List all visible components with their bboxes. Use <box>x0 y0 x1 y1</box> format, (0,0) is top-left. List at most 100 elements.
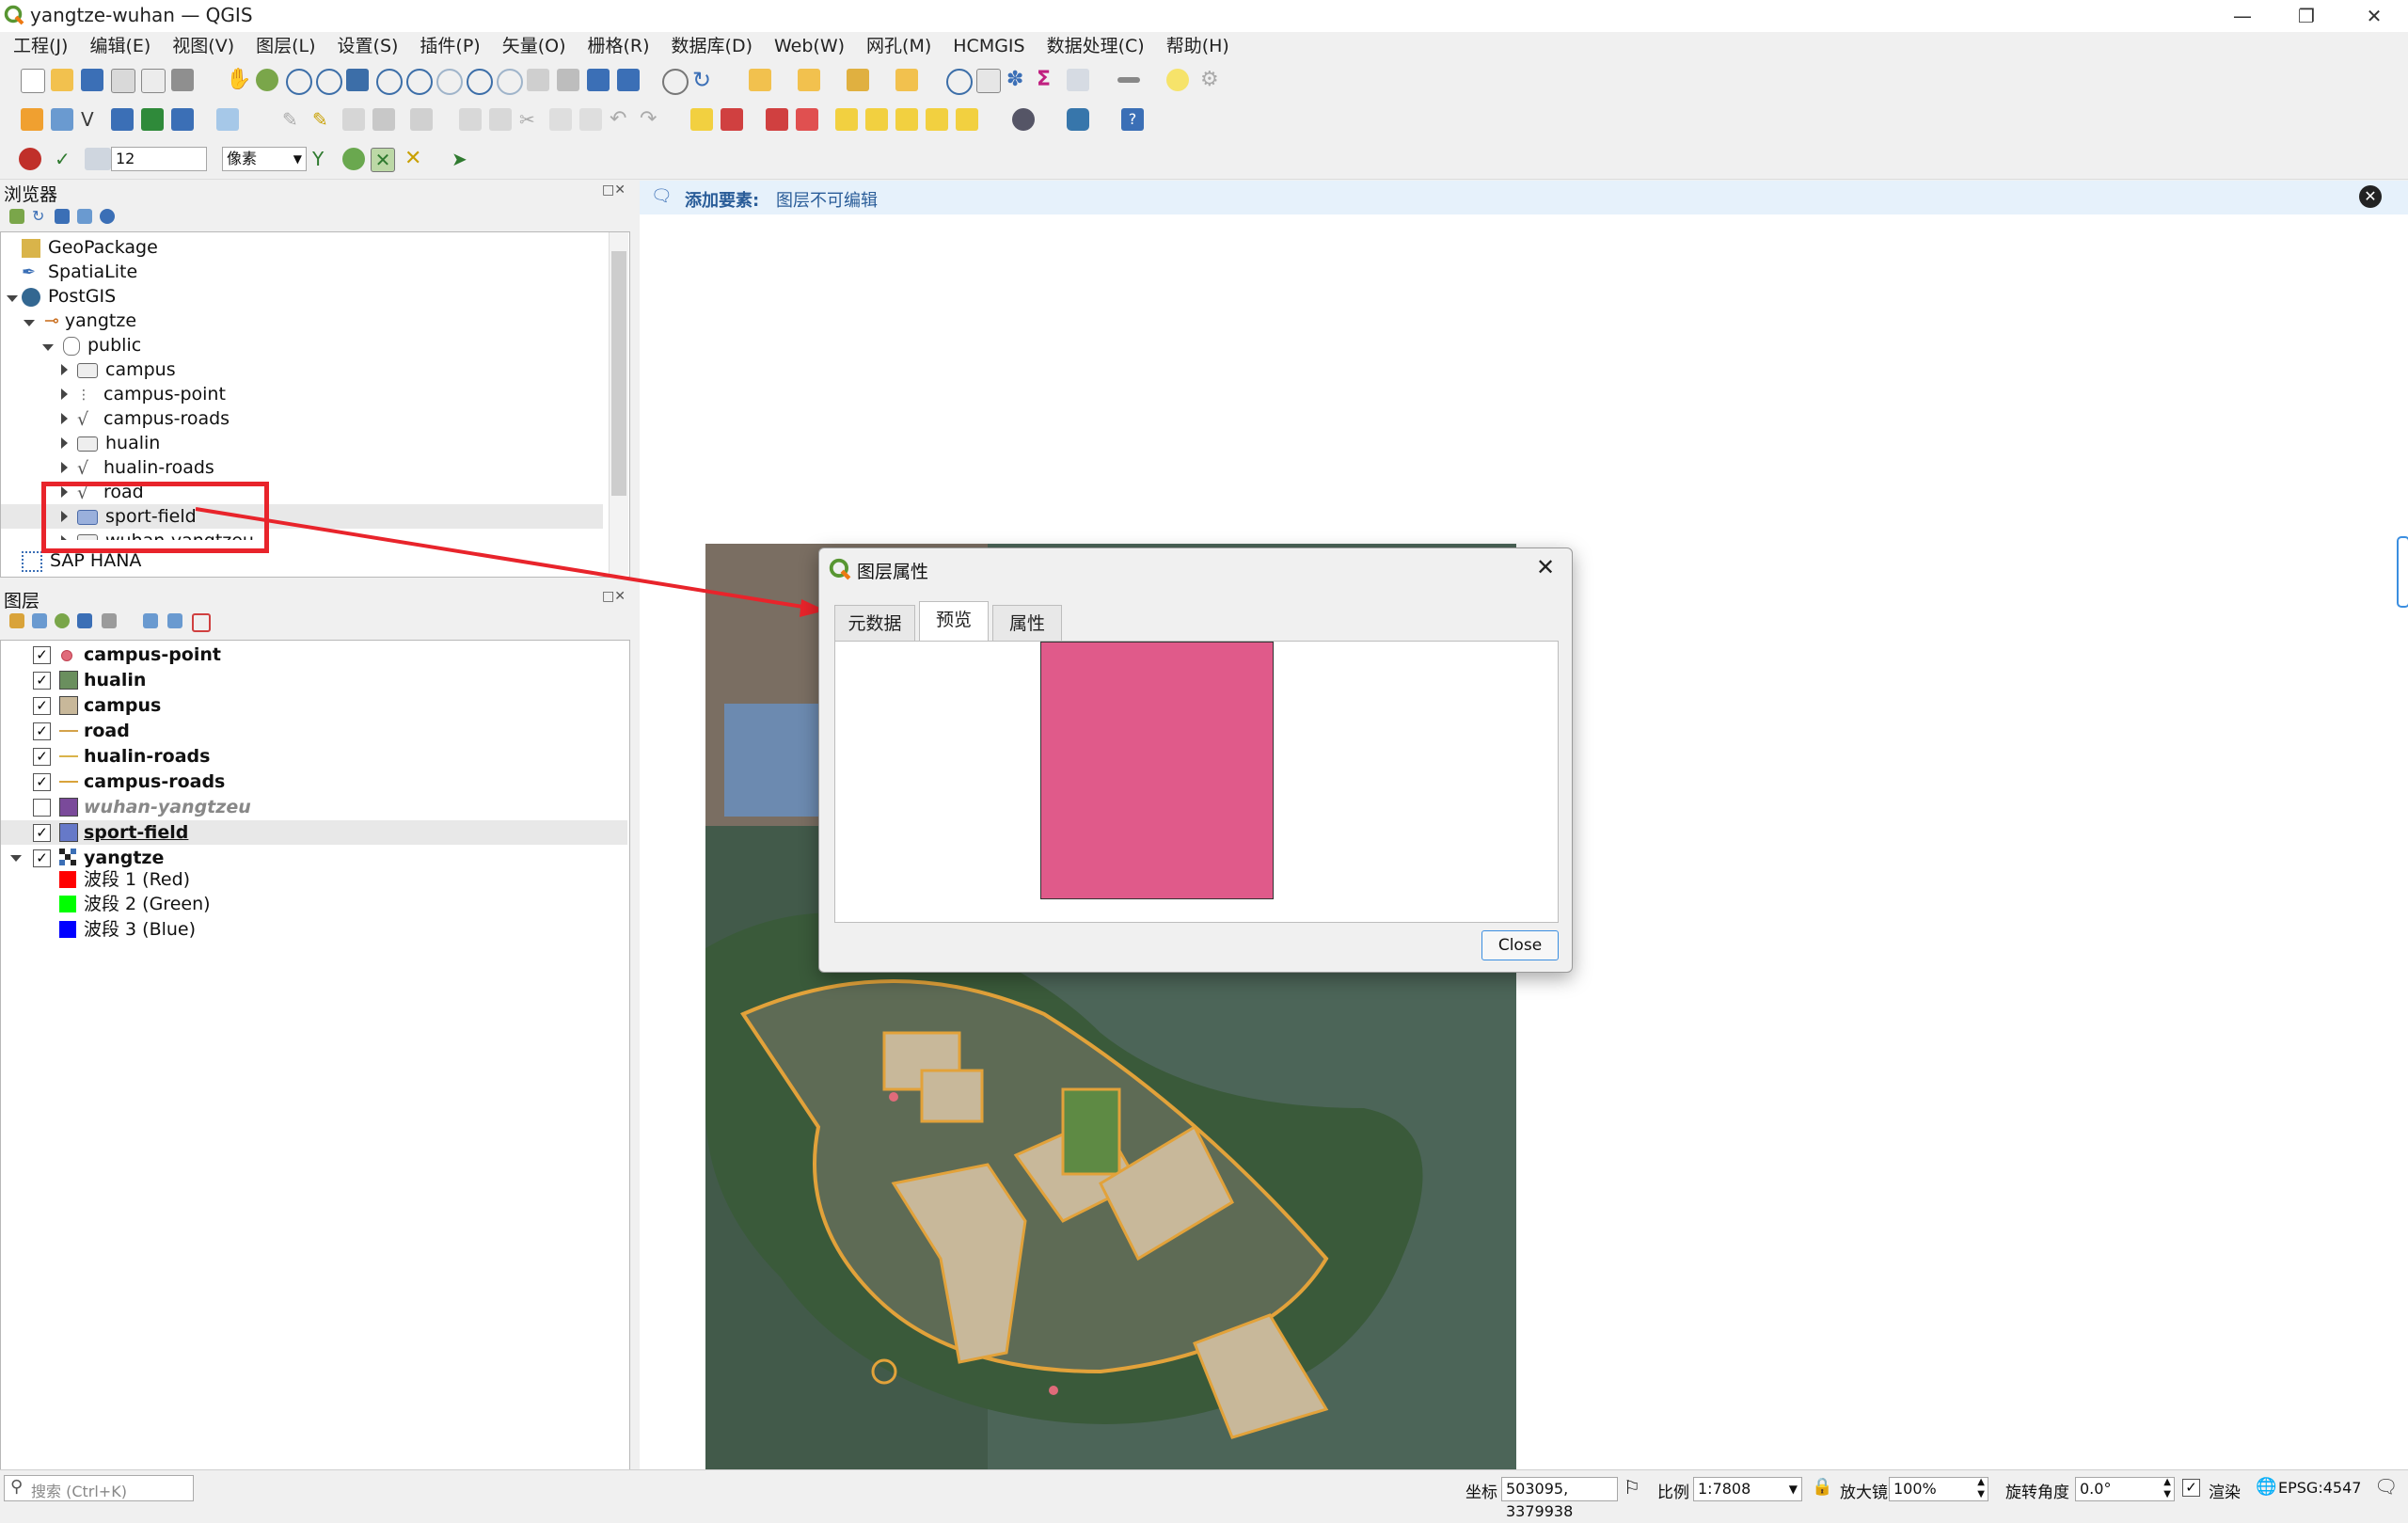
menu-hcmgis[interactable]: HCMGIS <box>940 32 1033 60</box>
layer-row-campus-roads[interactable]: ✓ campus-roads <box>1 769 627 794</box>
save-project-icon[interactable] <box>81 69 103 91</box>
layer-row-hualin-roads[interactable]: ✓ hualin-roads <box>1 744 627 769</box>
tab-attributes[interactable]: 属性 <box>992 605 1062 642</box>
zoom-layer-icon[interactable] <box>406 69 433 95</box>
add-group-icon[interactable] <box>32 613 47 628</box>
georeferencer-icon[interactable] <box>1012 108 1035 131</box>
menu-plugins[interactable]: 插件(P) <box>406 32 488 60</box>
menu-project[interactable]: 工程(J) <box>0 32 76 60</box>
chevron-down-icon[interactable] <box>24 320 35 326</box>
cut-features-icon[interactable]: ✂ <box>519 108 542 131</box>
scrollbar-thumb[interactable] <box>611 251 626 496</box>
layer-checkbox[interactable]: ✓ <box>33 697 51 715</box>
label-show-hide-icon[interactable] <box>835 108 858 131</box>
layer-styling-icon[interactable] <box>9 613 24 628</box>
measure-icon[interactable] <box>1117 77 1140 83</box>
render-checkbox[interactable]: ✓ <box>2182 1479 2200 1497</box>
menu-edit[interactable]: 编辑(E) <box>76 32 159 60</box>
crs-label[interactable]: EPSG:4547 <box>2278 1479 2361 1497</box>
menu-mesh[interactable]: 网孔(M) <box>853 32 940 60</box>
digitize-icon[interactable]: ✎ <box>282 108 305 131</box>
label-pin-icon[interactable] <box>766 108 788 131</box>
browser-item-campus-roads[interactable]: √ campus-roads <box>61 406 230 431</box>
zoom-selection-icon[interactable] <box>376 69 403 95</box>
zoom-last-icon[interactable] <box>467 69 493 95</box>
browser-item-campus-point[interactable]: ⋮ campus-point <box>61 382 226 406</box>
layer-checkbox[interactable] <box>33 799 51 817</box>
lock-icon[interactable]: 🔒 <box>1812 1477 1832 1497</box>
snapping-tolerance-input[interactable]: 12 <box>111 147 207 171</box>
layer-row-campus-point[interactable]: ✓ campus-point <box>1 643 627 667</box>
layer-checkbox[interactable]: ✓ <box>33 722 51 740</box>
new-map-view-icon[interactable] <box>527 69 549 91</box>
filter-legend-icon[interactable] <box>77 613 92 628</box>
new-project-icon[interactable] <box>21 69 45 93</box>
scale-field[interactable]: 1:7808 ▼ <box>1693 1477 1802 1501</box>
field-calculator-icon[interactable]: ✽ <box>1006 69 1029 91</box>
expand-all-icon[interactable] <box>143 613 158 628</box>
collapse-all-icon[interactable] <box>167 613 182 628</box>
open-project-icon[interactable] <box>51 69 73 91</box>
menu-web[interactable]: Web(W) <box>761 32 853 60</box>
label-move-icon[interactable] <box>865 108 888 131</box>
advanced-digitizing-icon[interactable]: ➤ <box>452 148 474 170</box>
browser-item-campus[interactable]: campus <box>61 357 176 382</box>
chevron-right-icon[interactable] <box>61 462 68 473</box>
zoom-native-icon[interactable] <box>436 69 463 95</box>
minimize-button[interactable]: — <box>2210 0 2274 32</box>
print-layout-icon[interactable] <box>141 69 166 93</box>
help-icon[interactable]: ? <box>1121 108 1144 131</box>
map-tips-icon[interactable] <box>1166 69 1189 91</box>
layer-row-wuhan-yangtzeu[interactable]: wuhan-yangtzeu <box>1 795 627 819</box>
snapping-intersection-icon[interactable] <box>342 148 365 170</box>
layer-row-hualin[interactable]: ✓ hualin <box>1 668 627 692</box>
open-table-icon[interactable] <box>1067 69 1089 91</box>
add-postgis-icon[interactable]: V <box>81 108 103 131</box>
layer-checkbox[interactable]: ✓ <box>33 824 51 842</box>
label-diagram-icon[interactable] <box>721 108 743 131</box>
remove-layer-icon[interactable] <box>192 613 211 632</box>
identify-icon[interactable] <box>946 69 973 95</box>
layer-checkbox[interactable]: ✓ <box>33 646 51 664</box>
show-bookmarks-icon[interactable] <box>617 69 640 91</box>
layer-row-road[interactable]: ✓ road <box>1 719 627 743</box>
chevron-down-icon[interactable] <box>7 295 18 302</box>
copy-features-icon[interactable] <box>549 108 572 131</box>
toggle-editing-icon[interactable]: ✎ <box>312 108 335 131</box>
layers-float-close-icons[interactable]: □✕ <box>602 589 626 604</box>
save-as-icon[interactable] <box>111 69 135 93</box>
browser-item-public[interactable]: public <box>42 333 141 357</box>
rotation-field[interactable]: 0.0° ▲ ▼ <box>2075 1477 2175 1501</box>
layer-row-sport-field[interactable]: ✓ sport-field <box>1 820 627 845</box>
zoom-full-icon[interactable] <box>346 69 369 91</box>
close-button[interactable]: Close <box>1481 930 1559 960</box>
vertex-tool-icon[interactable] <box>410 108 433 131</box>
add-vector-icon[interactable] <box>51 108 73 131</box>
globe-icon[interactable]: 🌐 <box>2256 1477 2276 1497</box>
menu-processing[interactable]: 数据处理(C) <box>1034 32 1153 60</box>
browser-item-spatialite[interactable]: ✒ SpatiaLite <box>22 260 137 284</box>
chevron-down-icon[interactable] <box>10 855 22 862</box>
chevron-right-icon[interactable] <box>61 364 68 375</box>
zoom-in-icon[interactable] <box>286 69 312 95</box>
label-change-icon[interactable] <box>926 108 948 131</box>
snapping-layer-icon[interactable]: ✓ <box>55 148 77 170</box>
label-tool-icon[interactable] <box>690 108 713 131</box>
add-spatialite-icon[interactable] <box>111 108 134 131</box>
manage-themes-icon[interactable] <box>55 613 70 628</box>
menu-layer[interactable]: 图层(L) <box>243 32 324 60</box>
modify-attributes-icon[interactable] <box>459 108 482 131</box>
messages-icon[interactable]: 🗨 <box>2374 1475 2398 1498</box>
label-highlight-icon[interactable] <box>796 108 818 131</box>
chevron-right-icon[interactable] <box>61 437 68 449</box>
layer-checkbox[interactable]: ✓ <box>33 748 51 766</box>
locator-search[interactable]: ⚲ 搜索 (Ctrl+K) <box>4 1475 194 1501</box>
layer-checkbox[interactable]: ✓ <box>33 672 51 690</box>
new-layer-icon[interactable] <box>216 108 239 131</box>
browser-item-hualin[interactable]: hualin <box>61 431 160 455</box>
filter-expression-icon[interactable] <box>102 613 117 628</box>
deselect-icon[interactable] <box>847 69 869 91</box>
delete-selected-icon[interactable] <box>489 108 512 131</box>
browser-item-postgis[interactable]: PostGIS <box>7 284 116 309</box>
refresh-icon[interactable]: ↻ <box>32 209 47 224</box>
